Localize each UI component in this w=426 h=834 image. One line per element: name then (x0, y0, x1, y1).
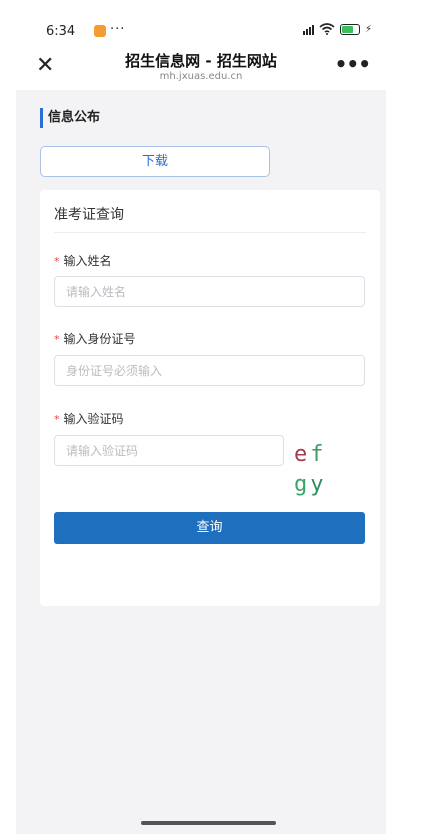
status-indicators: ⚡ (302, 23, 372, 35)
home-indicator[interactable] (141, 821, 276, 825)
phone-screen: 6:34 ··· ⚡ ✕ 招生信息网 - 招生网站 mh.jxuas.edu.c… (16, 0, 386, 834)
required-mark: * (54, 333, 60, 346)
id-number-label-text: 输入身份证号 (63, 332, 136, 346)
name-input[interactable] (54, 276, 365, 307)
admission-ticket-query-card: 准考证查询 *输入姓名 *输入身份证号 *输入验证码 ef gy 查询 (40, 190, 380, 606)
captcha-char: f (310, 442, 327, 467)
captcha-char: y (310, 472, 327, 497)
captcha-char: g (294, 472, 311, 497)
notification-app-icon (94, 25, 106, 37)
more-icon[interactable]: ••• (335, 52, 371, 76)
name-field-label: * 输入姓名 (54, 252, 112, 269)
name-label-text: 输入姓名 (63, 254, 112, 268)
captcha-char: e (294, 442, 311, 467)
browser-title-bar: ✕ 招生信息网 - 招生网站 mh.jxuas.edu.cn ••• (16, 44, 386, 90)
captcha-image[interactable]: ef gy (294, 440, 366, 497)
signal-icon (302, 24, 314, 35)
battery-icon (339, 23, 360, 35)
required-mark: * (54, 255, 60, 268)
query-button[interactable]: 查询 (54, 512, 365, 544)
page-title: 招生信息网 - 招生网站 (125, 52, 277, 70)
more-notifications-icon: ··· (110, 22, 126, 37)
id-number-input[interactable] (54, 355, 365, 386)
captcha-field-label: * 输入验证码 (54, 410, 124, 427)
section-title: 信息公布 (40, 108, 100, 128)
card-divider (54, 232, 366, 233)
download-button[interactable]: 下载 (40, 146, 270, 177)
wifi-icon (319, 23, 335, 35)
status-time: 6:34 (46, 24, 76, 39)
status-bar: 6:34 ··· ⚡ (16, 0, 386, 44)
charging-icon: ⚡ (364, 23, 372, 35)
captcha-input[interactable] (54, 435, 284, 466)
card-title: 准考证查询 (54, 207, 124, 223)
captcha-label-text: 输入验证码 (63, 412, 124, 426)
page-url: mh.jxuas.edu.cn (159, 71, 243, 82)
id-number-field-label: * 输入身份证号 (54, 330, 136, 347)
required-mark: * (54, 413, 60, 426)
